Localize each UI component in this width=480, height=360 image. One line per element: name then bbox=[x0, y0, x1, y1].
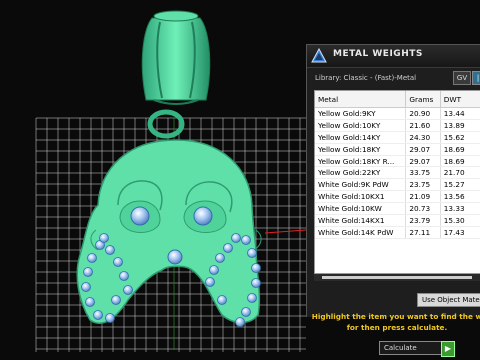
grams-cell: 33.75 bbox=[405, 166, 441, 180]
dwt-cell: 15.30 bbox=[440, 214, 480, 227]
metal-cell: Yellow Gold:22KY bbox=[315, 166, 407, 180]
grams-cell: 20.90 bbox=[405, 107, 441, 120]
gemstone bbox=[123, 285, 133, 295]
use-object-material-button[interactable]: Use Object Material bbox=[417, 293, 480, 307]
dwt-cell: 17.43 bbox=[440, 226, 480, 239]
table-row[interactable]: Yellow Gold:18KY 29.07 18.69 bbox=[315, 143, 480, 156]
gemstone bbox=[105, 313, 115, 323]
grams-cell: 20.73 bbox=[405, 202, 441, 216]
metal-cell: White Gold:10KX1 bbox=[315, 190, 407, 204]
dwt-cell: 15.27 bbox=[440, 178, 480, 192]
grams-cell: 27.11 bbox=[405, 226, 441, 239]
gemstone bbox=[205, 277, 215, 287]
dwt-cell: 13.89 bbox=[440, 119, 480, 132]
grams-cell: 21.09 bbox=[405, 190, 441, 204]
table-row[interactable]: White Gold:14K PdW 27.11 17.43 bbox=[315, 226, 480, 239]
gemstone bbox=[241, 307, 251, 317]
metal-table[interactable]: Metal Grams DWT Yellow Gold:9KY 20.90 13.4… bbox=[314, 90, 480, 274]
table-row[interactable]: Yellow Gold:22KY 33.75 21.70 bbox=[315, 166, 480, 180]
gemstone bbox=[119, 271, 129, 281]
column-header-metal[interactable]: Metal bbox=[315, 91, 407, 108]
calculate-go-icon[interactable]: ▶ bbox=[441, 341, 455, 357]
table-row[interactable]: Yellow Gold:9KY 20.90 13.44 bbox=[315, 107, 480, 120]
gemstone bbox=[83, 267, 93, 277]
gemstone bbox=[251, 278, 261, 288]
metal-cell: Yellow Gold:10KY bbox=[315, 119, 407, 132]
table-row[interactable]: White Gold:9K PdW 23.75 15.27 bbox=[315, 178, 480, 192]
table-row[interactable]: Yellow Gold:14KY 24.30 15.62 bbox=[315, 131, 480, 144]
rhino-logo-icon bbox=[311, 48, 327, 63]
gemstone bbox=[231, 233, 241, 243]
metal-cell: White Gold:10KW bbox=[315, 202, 407, 216]
library-label: Library: Classic - (Fast)-Metal bbox=[315, 74, 417, 82]
table-horizontal-scrollbar[interactable] bbox=[314, 274, 480, 281]
dwt-cell: 21.70 bbox=[440, 166, 480, 180]
gemstone bbox=[113, 257, 123, 267]
gemstone bbox=[247, 293, 257, 303]
metal-weights-panel: METAL WEIGHTS Library: Classic - (Fast)-… bbox=[306, 44, 480, 357]
gemstone bbox=[87, 253, 97, 263]
grams-cell: 23.79 bbox=[405, 214, 441, 227]
gemstone bbox=[111, 295, 121, 305]
gemstone bbox=[241, 235, 251, 245]
instruction-line-1: Highlight the item you want to find the … bbox=[311, 312, 480, 321]
calculate-label: Calculate bbox=[384, 344, 417, 352]
panel-title: METAL WEIGHTS bbox=[333, 49, 423, 59]
metal-cell: White Gold:14KX1 bbox=[315, 214, 407, 227]
grams-cell: 23.75 bbox=[405, 178, 441, 192]
panel-titlebar: METAL WEIGHTS bbox=[307, 45, 480, 68]
grams-cell: 29.07 bbox=[405, 155, 441, 168]
gemstone bbox=[85, 297, 95, 307]
gemstone bbox=[105, 245, 115, 255]
calculate-select[interactable]: Calculate ▶ bbox=[379, 341, 455, 357]
gemstone bbox=[81, 282, 91, 292]
column-header-dwt[interactable]: DWT bbox=[440, 91, 480, 108]
metal-cell: White Gold:9K PdW bbox=[315, 178, 407, 192]
gemstone bbox=[93, 310, 103, 320]
instruction-line-2: for then press calculate. bbox=[346, 323, 448, 332]
metal-cell: Yellow Gold:9KY bbox=[315, 107, 407, 120]
table-row[interactable]: White Gold:14KX1 23.79 15.30 bbox=[315, 214, 480, 227]
dwt-cell: 18.69 bbox=[440, 155, 480, 168]
metal-cell: White Gold:14K PdW bbox=[315, 226, 407, 239]
metal-cell: Yellow Gold:14KY bbox=[315, 131, 407, 144]
gemstone bbox=[215, 253, 225, 263]
instruction-text: Highlight the item you want to find the … bbox=[307, 311, 480, 333]
library-toggle-button[interactable]: | bbox=[472, 71, 480, 85]
gemstone bbox=[99, 233, 109, 243]
dwt-cell: 13.44 bbox=[440, 107, 480, 120]
dwt-cell: 15.62 bbox=[440, 131, 480, 144]
grams-cell: 24.30 bbox=[405, 131, 441, 144]
dwt-cell: 13.33 bbox=[440, 202, 480, 216]
dwt-cell: 13.56 bbox=[440, 190, 480, 204]
gemstone bbox=[209, 265, 219, 275]
column-header-grams[interactable]: Grams bbox=[405, 91, 441, 108]
dwt-cell: 18.69 bbox=[440, 143, 480, 156]
table-row[interactable]: White Gold:10KW 20.73 13.33 bbox=[315, 202, 480, 216]
table-header-row: Metal Grams DWT bbox=[315, 91, 480, 108]
gv-button[interactable]: GV bbox=[453, 71, 471, 85]
gemstone bbox=[247, 248, 257, 258]
pendant-model[interactable] bbox=[76, 10, 262, 327]
metal-cell: Yellow Gold:18KY bbox=[315, 143, 407, 156]
grams-cell: 21.60 bbox=[405, 119, 441, 132]
gemstone bbox=[251, 263, 261, 273]
scrollbar-thumb[interactable] bbox=[322, 276, 472, 279]
table-row[interactable]: White Gold:10KX1 21.09 13.56 bbox=[315, 190, 480, 204]
grams-cell: 29.07 bbox=[405, 143, 441, 156]
gemstone bbox=[235, 317, 245, 327]
gemstone bbox=[217, 295, 227, 305]
gemstone bbox=[223, 243, 233, 253]
table-row[interactable]: Yellow Gold:10KY 21.60 13.89 bbox=[315, 119, 480, 132]
metal-cell: Yellow Gold:18KY R... bbox=[315, 155, 407, 168]
table-row[interactable]: Yellow Gold:18KY R... 29.07 18.69 bbox=[315, 155, 480, 168]
